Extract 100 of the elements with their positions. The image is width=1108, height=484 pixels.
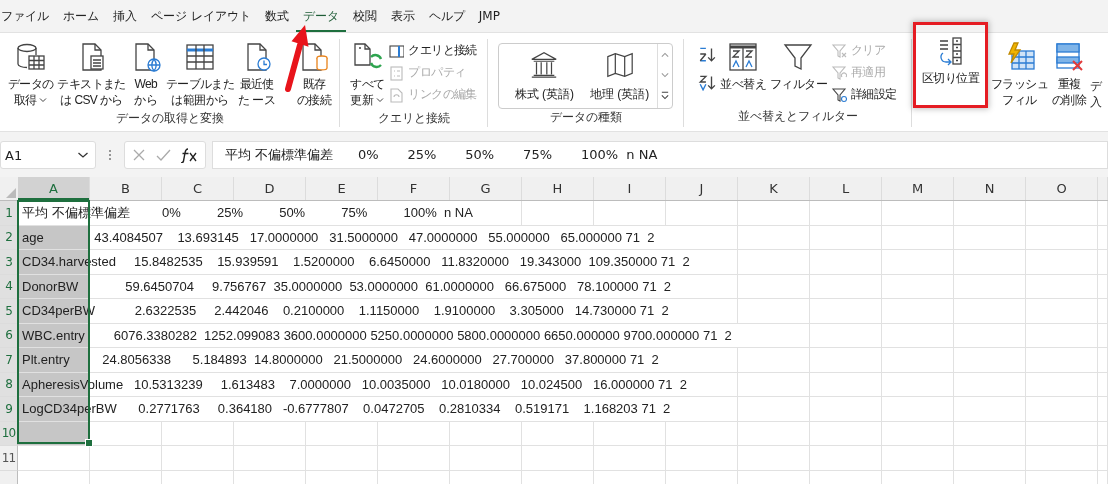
table-cell[interactable]: [1026, 299, 1098, 324]
ribbon-button[interactable]: 既存 の接続: [295, 39, 334, 111]
column-header[interactable]: C: [162, 177, 234, 200]
row-header[interactable]: 9: [0, 397, 18, 422]
ribbon-button[interactable]: デ 入: [1088, 39, 1104, 113]
ribbon-tab[interactable]: 表示: [383, 0, 422, 32]
table-cell[interactable]: [666, 421, 738, 446]
table-cell[interactable]: [1098, 250, 1108, 275]
table-cell[interactable]: [1026, 397, 1098, 422]
table-cell[interactable]: [738, 446, 810, 471]
ribbon-button[interactable]: 並べ替え: [718, 39, 768, 95]
sort-ascending-icon[interactable]: [698, 45, 717, 63]
table-cell[interactable]: [954, 421, 1026, 446]
ribbon-tab[interactable]: ホーム: [56, 0, 106, 32]
table-cell[interactable]: [882, 446, 954, 471]
ribbon-button[interactable]: 重複 の削除: [1050, 39, 1089, 111]
gallery-item[interactable]: 株式 (英語): [506, 49, 582, 103]
row-header[interactable]: 2: [0, 225, 18, 250]
table-cell[interactable]: [1098, 274, 1108, 299]
table-cell[interactable]: [882, 323, 954, 348]
table-cell[interactable]: [738, 421, 810, 446]
table-cell[interactable]: [810, 446, 882, 471]
column-header[interactable]: G: [450, 177, 522, 200]
table-cell[interactable]: [738, 372, 810, 397]
table-cell[interactable]: [738, 250, 810, 275]
table-cell[interactable]: [810, 397, 882, 422]
column-header[interactable]: L: [810, 177, 882, 200]
table-cell[interactable]: [810, 323, 882, 348]
column-header[interactable]: M: [882, 177, 954, 200]
table-cell[interactable]: [1098, 421, 1108, 446]
ribbon-tab[interactable]: データ: [295, 0, 346, 32]
table-cell[interactable]: [234, 421, 306, 446]
table-cell[interactable]: [378, 446, 450, 471]
column-header[interactable]: N: [954, 177, 1026, 200]
ribbon-button[interactable]: 詳細設定: [829, 85, 899, 104]
ribbon-button[interactable]: テーブルまた は範囲から: [163, 39, 237, 111]
select-all-icon[interactable]: [6, 188, 16, 198]
splitter-handle-icon[interactable]: [108, 148, 112, 162]
ribbon-button[interactable]: フラッシュ フィル: [989, 39, 1051, 111]
table-cell[interactable]: [1098, 348, 1108, 373]
table-cell[interactable]: [1098, 201, 1108, 226]
column-header[interactable]: J: [666, 177, 738, 200]
table-cell[interactable]: [1026, 446, 1098, 471]
check-icon[interactable]: [155, 147, 171, 163]
table-cell[interactable]: [450, 446, 522, 471]
table-cell[interactable]: [810, 201, 882, 226]
table-cell[interactable]: [450, 421, 522, 446]
table-cell[interactable]: [954, 348, 1026, 373]
table-cell[interactable]: [666, 446, 738, 471]
table-cell[interactable]: [594, 446, 666, 471]
table-cell[interactable]: [738, 299, 810, 324]
ribbon-tab[interactable]: JMP: [471, 0, 507, 32]
row-header[interactable]: 6: [0, 323, 18, 348]
table-cell[interactable]: [954, 446, 1026, 471]
table-cell[interactable]: DonorBW 59.6450704 9.756767 35.0000000 53.0000000 61.0000000 66.675000 78.100000 71 2: [18, 274, 738, 299]
ribbon-tab[interactable]: ヘルプ: [421, 0, 472, 32]
table-cell[interactable]: [954, 323, 1026, 348]
table-cell[interactable]: [954, 299, 1026, 324]
table-cell[interactable]: [1098, 225, 1108, 250]
table-cell[interactable]: [1026, 201, 1098, 226]
ribbon-button[interactable]: テキストまた は CSV から: [55, 39, 128, 111]
table-cell[interactable]: age 43.4084507 13.693145 17.0000000 31.5000000 47.0000000 55.000000 65.000000 71 2: [18, 225, 738, 250]
table-cell[interactable]: [738, 201, 810, 226]
ribbon-button[interactable]: すべて 更新: [348, 39, 387, 111]
table-cell[interactable]: [738, 274, 810, 299]
table-cell[interactable]: [738, 397, 810, 422]
table-cell[interactable]: [882, 421, 954, 446]
table-cell[interactable]: [162, 446, 234, 471]
ribbon-button[interactable]: フィルター: [768, 39, 829, 95]
table-cell[interactable]: [882, 397, 954, 422]
gallery-item[interactable]: 地理 (英語): [582, 49, 658, 103]
table-cell[interactable]: [954, 201, 1026, 226]
table-cell[interactable]: [1026, 421, 1098, 446]
ribbon-tab[interactable]: ファイル: [0, 0, 56, 32]
column-header[interactable]: I: [594, 177, 666, 200]
table-cell[interactable]: [1026, 250, 1098, 275]
table-cell[interactable]: [738, 348, 810, 373]
ribbon-button[interactable]: Web から: [127, 39, 164, 111]
table-cell[interactable]: [882, 274, 954, 299]
column-header[interactable]: E: [306, 177, 378, 200]
table-cell[interactable]: [1098, 397, 1108, 422]
table-cell[interactable]: [882, 250, 954, 275]
table-cell[interactable]: [522, 421, 594, 446]
table-cell[interactable]: [522, 446, 594, 471]
table-cell[interactable]: [1026, 225, 1098, 250]
row-header[interactable]: 4: [0, 274, 18, 299]
table-cell[interactable]: [738, 225, 810, 250]
table-cell[interactable]: [1026, 372, 1098, 397]
sort-descending-icon[interactable]: [698, 73, 717, 91]
table-cell[interactable]: WBC.entry 6076.3380282 1252.099083 3600.0000000 5250.0000000 5800.0000000 6650.000000 9700.000000 71 2: [18, 323, 810, 348]
row-header[interactable]: 1: [0, 201, 18, 226]
table-cell[interactable]: [522, 201, 594, 226]
column-header[interactable]: O: [1026, 177, 1098, 200]
column-header[interactable]: A: [18, 177, 90, 200]
row-header[interactable]: 5: [0, 299, 18, 324]
table-cell[interactable]: [810, 348, 882, 373]
table-cell[interactable]: [882, 201, 954, 226]
table-cell[interactable]: [594, 201, 666, 226]
function-icon[interactable]: [179, 147, 199, 163]
cancel-icon[interactable]: [131, 147, 147, 163]
